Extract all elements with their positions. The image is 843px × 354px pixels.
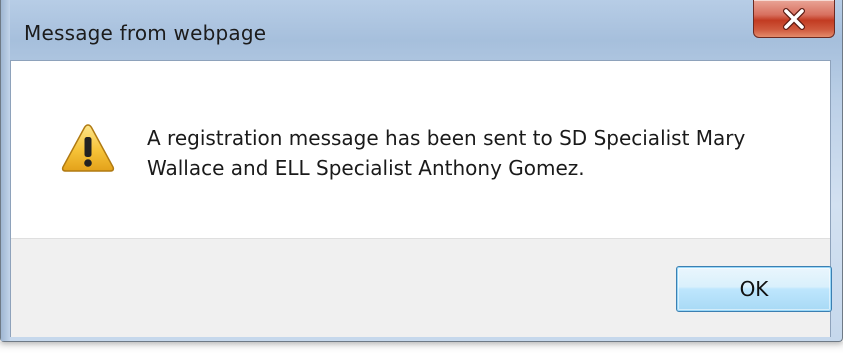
- dialog-message: A registration message has been sent to …: [147, 123, 807, 183]
- message-line-2: Wallace and ELL Specialist Anthony Gomez…: [147, 156, 585, 180]
- message-line-1: A registration message has been sent to …: [147, 126, 746, 150]
- dialog-body: A registration message has been sent to …: [10, 60, 832, 337]
- desktop-background: [0, 342, 843, 354]
- close-icon: [754, 0, 834, 37]
- dialog-title: Message from webpage: [24, 21, 267, 45]
- dialog-titlebar[interactable]: Message from webpage: [1, 0, 843, 60]
- warning-icon: [61, 123, 115, 173]
- dialog-footer: OK: [11, 238, 832, 337]
- ok-button-label: OK: [739, 277, 769, 301]
- alert-dialog: Message from webpage A registration mess…: [0, 0, 843, 342]
- close-button[interactable]: [753, 0, 835, 38]
- ok-button[interactable]: OK: [676, 266, 832, 312]
